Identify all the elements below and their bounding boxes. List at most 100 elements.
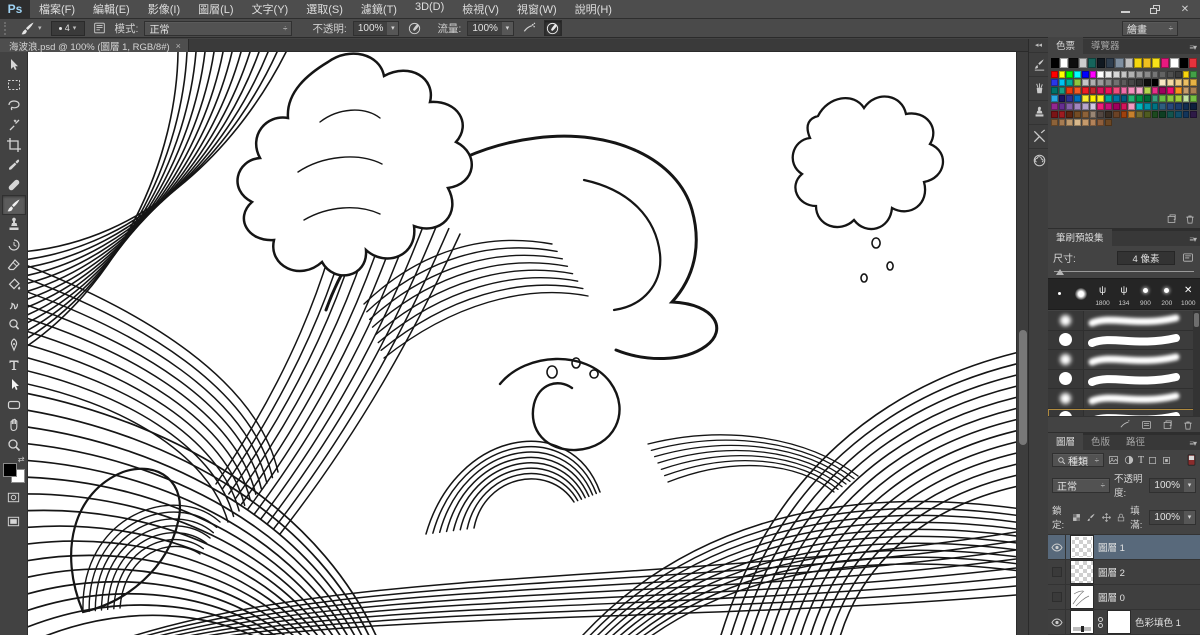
menu-item-9[interactable]: 視窗(W) bbox=[508, 1, 566, 17]
swatch[interactable] bbox=[1066, 111, 1073, 118]
toggle-live-tip-icon[interactable] bbox=[1181, 251, 1195, 264]
swatch[interactable] bbox=[1097, 58, 1105, 68]
swatch[interactable] bbox=[1051, 103, 1058, 110]
swatch[interactable] bbox=[1113, 95, 1120, 102]
layer-name[interactable]: 圖層 0 bbox=[1098, 590, 1125, 604]
swatch[interactable] bbox=[1136, 95, 1143, 102]
brush-tip-1000[interactable]: ✕1000 bbox=[1178, 281, 1199, 307]
swatch[interactable] bbox=[1074, 103, 1081, 110]
swatch[interactable] bbox=[1144, 87, 1151, 94]
crop-tool[interactable] bbox=[2, 135, 26, 155]
swatch[interactable] bbox=[1175, 111, 1182, 118]
pressure-size-icon[interactable] bbox=[544, 20, 562, 36]
swatch[interactable] bbox=[1136, 87, 1143, 94]
eraser-tool[interactable] bbox=[2, 255, 26, 275]
lock-transparent-icon[interactable] bbox=[1071, 512, 1082, 523]
swatch[interactable] bbox=[1090, 79, 1097, 86]
swatch[interactable] bbox=[1190, 95, 1197, 102]
menu-item-0[interactable]: 檔案(F) bbox=[30, 1, 84, 17]
quick-mask-button[interactable] bbox=[2, 487, 26, 507]
creative-cloud-panel-icon[interactable] bbox=[1029, 148, 1049, 172]
document-tab[interactable]: 海波浪.psd @ 100% (圖層 1, RGB/8#) × bbox=[0, 39, 189, 52]
swatch[interactable] bbox=[1134, 58, 1142, 68]
swatch[interactable] bbox=[1175, 87, 1182, 94]
swatch[interactable] bbox=[1074, 119, 1081, 126]
menu-item-8[interactable]: 檢視(V) bbox=[453, 1, 508, 17]
layer-row-3[interactable]: 色彩填色 1 bbox=[1048, 610, 1200, 635]
layer-row-2[interactable]: 圖層 0 bbox=[1048, 585, 1200, 610]
swatch[interactable] bbox=[1152, 79, 1159, 86]
swatch[interactable] bbox=[1106, 58, 1114, 68]
swatch[interactable] bbox=[1121, 103, 1128, 110]
swatch[interactable] bbox=[1097, 119, 1104, 126]
swatch[interactable] bbox=[1152, 71, 1159, 78]
tab-swatches-0[interactable]: 色票 bbox=[1048, 37, 1083, 54]
layer-opacity-input[interactable]: 100%▾ bbox=[1149, 478, 1196, 493]
restore-button[interactable] bbox=[1140, 0, 1170, 19]
swatch[interactable] bbox=[1159, 103, 1166, 110]
swatch[interactable] bbox=[1183, 79, 1190, 86]
swatch[interactable] bbox=[1175, 95, 1182, 102]
swatch[interactable] bbox=[1121, 79, 1128, 86]
slider-handle[interactable] bbox=[1056, 269, 1064, 275]
swatch[interactable] bbox=[1090, 95, 1097, 102]
swatch[interactable] bbox=[1167, 79, 1174, 86]
foreground-color[interactable] bbox=[3, 463, 17, 477]
airbrush-toggle-icon[interactable] bbox=[1118, 419, 1132, 430]
swatch[interactable] bbox=[1113, 103, 1120, 110]
swatch[interactable] bbox=[1060, 58, 1068, 68]
swatch[interactable] bbox=[1136, 111, 1143, 118]
menu-item-10[interactable]: 說明(H) bbox=[566, 1, 621, 17]
swatch[interactable] bbox=[1144, 71, 1151, 78]
swatch[interactable] bbox=[1051, 95, 1058, 102]
swatch[interactable] bbox=[1190, 79, 1197, 86]
swatch[interactable] bbox=[1082, 103, 1089, 110]
layer-thumbnail[interactable] bbox=[1071, 536, 1093, 558]
brush-size-slider[interactable] bbox=[1054, 269, 1194, 275]
swatch[interactable] bbox=[1105, 87, 1112, 94]
filter-toggle-switch[interactable] bbox=[1187, 454, 1196, 466]
history-brush-tool[interactable] bbox=[2, 235, 26, 255]
clone-stamp-tool[interactable] bbox=[2, 215, 26, 235]
shape-tool[interactable] bbox=[2, 395, 26, 415]
color-picker-widget[interactable]: ⇄ bbox=[3, 459, 25, 483]
swatch[interactable] bbox=[1128, 87, 1135, 94]
layer-mask-thumbnail[interactable] bbox=[1108, 611, 1130, 633]
brush-tip-900[interactable]: 900 bbox=[1135, 281, 1156, 307]
layer-row-0[interactable]: 圖層 1 bbox=[1048, 535, 1200, 560]
tab-brush-presets[interactable]: 筆刷預設集 bbox=[1048, 229, 1112, 246]
swatch[interactable] bbox=[1113, 79, 1120, 86]
swatch[interactable] bbox=[1074, 79, 1081, 86]
swatch[interactable] bbox=[1066, 87, 1073, 94]
swatch[interactable] bbox=[1051, 87, 1058, 94]
menu-item-6[interactable]: 濾鏡(T) bbox=[352, 1, 406, 17]
swatch[interactable] bbox=[1059, 71, 1066, 78]
swatch[interactable] bbox=[1097, 95, 1104, 102]
swatch[interactable] bbox=[1097, 87, 1104, 94]
hand-tool[interactable] bbox=[2, 415, 26, 435]
menu-item-1[interactable]: 編輯(E) bbox=[84, 1, 139, 17]
swatch[interactable] bbox=[1167, 71, 1174, 78]
open-brush-panel-icon[interactable] bbox=[1140, 419, 1153, 431]
swatch[interactable] bbox=[1128, 79, 1135, 86]
magic-wand-tool[interactable] bbox=[2, 115, 26, 135]
swatch[interactable] bbox=[1066, 79, 1073, 86]
swatch[interactable] bbox=[1190, 87, 1197, 94]
swatch[interactable] bbox=[1097, 111, 1104, 118]
swatch[interactable] bbox=[1074, 87, 1081, 94]
swatch[interactable] bbox=[1175, 79, 1182, 86]
swatch[interactable] bbox=[1183, 95, 1190, 102]
brush-tool[interactable] bbox=[2, 195, 26, 215]
swatch[interactable] bbox=[1159, 87, 1166, 94]
swatch[interactable] bbox=[1113, 71, 1120, 78]
swatch[interactable] bbox=[1180, 58, 1188, 68]
swatch[interactable] bbox=[1190, 111, 1197, 118]
swatch[interactable] bbox=[1144, 103, 1151, 110]
tools-panel-icon[interactable] bbox=[1029, 124, 1049, 148]
swatch[interactable] bbox=[1074, 95, 1081, 102]
screen-mode-button[interactable] bbox=[2, 511, 26, 531]
layer-filter-select[interactable]: 種類÷ bbox=[1052, 453, 1104, 467]
swatch[interactable] bbox=[1159, 79, 1166, 86]
swatch[interactable] bbox=[1051, 111, 1058, 118]
swatch[interactable] bbox=[1136, 103, 1143, 110]
